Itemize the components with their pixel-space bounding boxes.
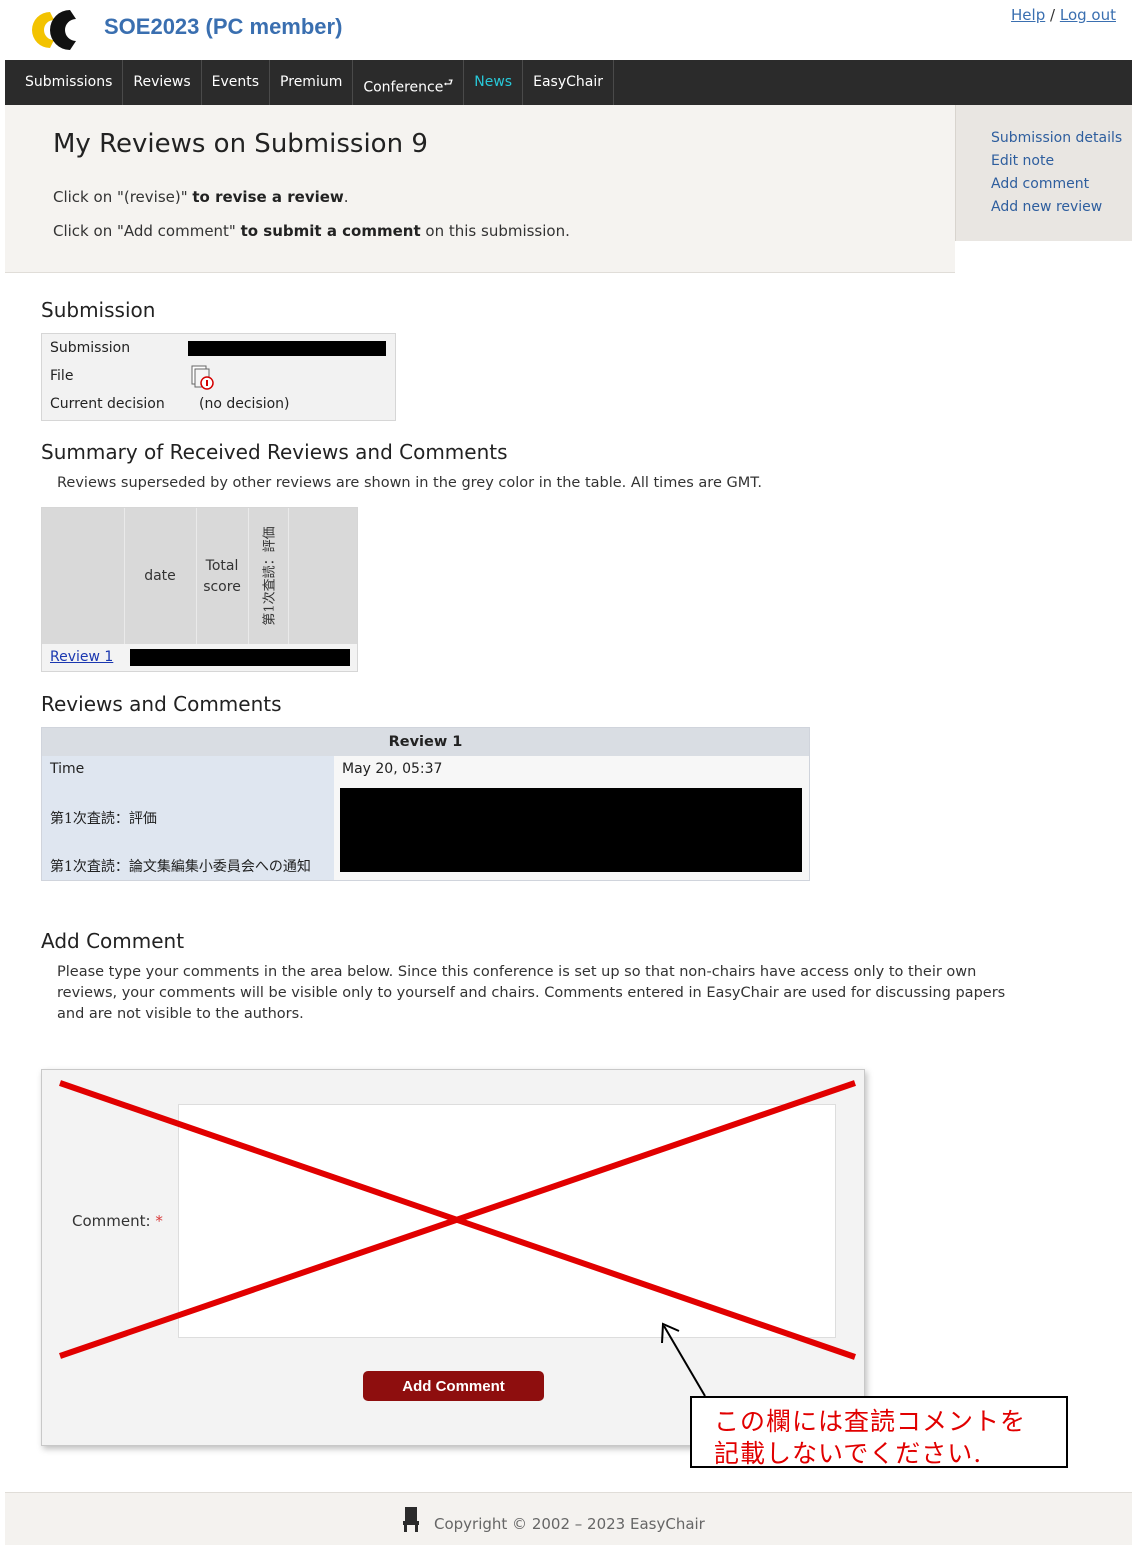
time-value: May 20, 05:37 bbox=[342, 761, 443, 777]
nav-events[interactable]: Events bbox=[202, 60, 271, 105]
summary-table: date Total score 第1次査読：評価 Review 1 bbox=[41, 507, 358, 672]
review-labels: Time 第1次査読：評価 第1次査読：論文集編集小委員会への通知 bbox=[42, 756, 334, 880]
page-header: My Reviews on Submission 9 Click on "(re… bbox=[5, 105, 955, 273]
add-comment-form: Comment: * Add Comment bbox=[41, 1069, 865, 1446]
evaluation-label: 第1次査読：評価 bbox=[50, 811, 157, 827]
nav-reviews[interactable]: Reviews bbox=[123, 60, 202, 105]
evaluation-column-header: 第1次査読：評価 bbox=[262, 526, 278, 626]
main-nav: Submissions Reviews Events Premium Confe… bbox=[5, 60, 1132, 105]
file-download-icon[interactable] bbox=[190, 364, 216, 390]
summary-table-header: date Total score 第1次査読：評価 bbox=[42, 508, 357, 644]
review-table: Review 1 Time 第1次査読：評価 第1次査読：論文集編集小委員会への… bbox=[41, 727, 810, 881]
page-title: My Reviews on Submission 9 bbox=[53, 129, 428, 159]
comment-label: Comment: * bbox=[72, 1212, 163, 1230]
callout-line-1: この欄には査読コメントを bbox=[714, 1407, 1027, 1436]
edit-note-link[interactable]: Edit note bbox=[991, 150, 1132, 173]
nav-submissions[interactable]: Submissions bbox=[5, 60, 124, 105]
help-text-revise: Click on "(revise)" to revise a review. bbox=[53, 188, 349, 206]
review-title: Review 1 bbox=[42, 728, 809, 756]
return-arrow-icon: ⮐ bbox=[443, 76, 454, 89]
easychair-logo bbox=[32, 10, 76, 50]
side-links: Submission details Edit note Add comment… bbox=[955, 105, 1132, 241]
submission-heading: Submission bbox=[41, 298, 156, 322]
add-comment-heading: Add Comment bbox=[41, 929, 185, 953]
score-column-header: score bbox=[203, 579, 241, 595]
notification-label: 第1次査読：論文集編集小委員会への通知 bbox=[50, 859, 311, 875]
nav-premium[interactable]: Premium bbox=[270, 60, 354, 105]
submission-table: Submission File Current decision (no dec… bbox=[41, 333, 396, 421]
review-values: May 20, 05:37 bbox=[334, 756, 809, 880]
nav-conference[interactable]: Conference⮐ bbox=[353, 60, 465, 105]
summary-heading: Summary of Received Reviews and Comments bbox=[41, 440, 508, 464]
help-link[interactable]: Help bbox=[1011, 6, 1045, 24]
copyright-text: Copyright © 2002 – 2023 EasyChair bbox=[434, 1515, 705, 1533]
top-links: Help / Log out bbox=[1011, 6, 1116, 24]
add-comment-link[interactable]: Add comment bbox=[991, 173, 1132, 196]
current-decision-value: (no decision) bbox=[199, 396, 290, 412]
required-mark: * bbox=[155, 1212, 163, 1230]
header: SOE2023 (PC member) Help / Log out bbox=[0, 0, 1132, 60]
review-1-link[interactable]: Review 1 bbox=[50, 649, 113, 665]
time-label: Time bbox=[50, 761, 85, 777]
redaction-bar bbox=[340, 788, 802, 872]
total-column-header: Total bbox=[205, 558, 239, 574]
link-separator: / bbox=[1050, 6, 1056, 24]
redaction-bar bbox=[188, 341, 386, 356]
redaction-bar bbox=[130, 649, 350, 666]
reviews-heading: Reviews and Comments bbox=[41, 692, 282, 716]
submission-label: Submission bbox=[50, 340, 131, 356]
add-comment-button[interactable]: Add Comment bbox=[363, 1371, 544, 1401]
date-column-header: date bbox=[144, 568, 176, 584]
file-label: File bbox=[50, 368, 74, 384]
nav-news[interactable]: News bbox=[464, 60, 524, 105]
callout-line-2: 記載しないでください. bbox=[714, 1439, 983, 1468]
add-new-review-link[interactable]: Add new review bbox=[991, 196, 1132, 219]
help-text-comment: Click on "Add comment" to submit a comme… bbox=[53, 222, 570, 240]
current-decision-label: Current decision bbox=[50, 396, 165, 412]
chair-icon bbox=[403, 1507, 419, 1532]
app-title: SOE2023 (PC member) bbox=[104, 14, 343, 39]
summary-note: Reviews superseded by other reviews are … bbox=[57, 475, 762, 491]
add-comment-note-2: reviews, your comments will be visible o… bbox=[57, 985, 1006, 1001]
annotation-callout: この欄には査読コメントを 記載しないでください. bbox=[690, 1396, 1068, 1468]
submission-details-link[interactable]: Submission details bbox=[991, 127, 1132, 150]
nav-easychair[interactable]: EasyChair bbox=[523, 60, 614, 105]
nav-conference-label: Conference bbox=[363, 79, 444, 96]
logout-link[interactable]: Log out bbox=[1060, 6, 1116, 24]
footer: Copyright © 2002 – 2023 EasyChair bbox=[5, 1492, 1132, 1545]
add-comment-note-3: and are not visible to the authors. bbox=[57, 1006, 304, 1022]
comment-textarea[interactable] bbox=[178, 1104, 836, 1338]
add-comment-note-1: Please type your comments in the area be… bbox=[57, 964, 977, 980]
